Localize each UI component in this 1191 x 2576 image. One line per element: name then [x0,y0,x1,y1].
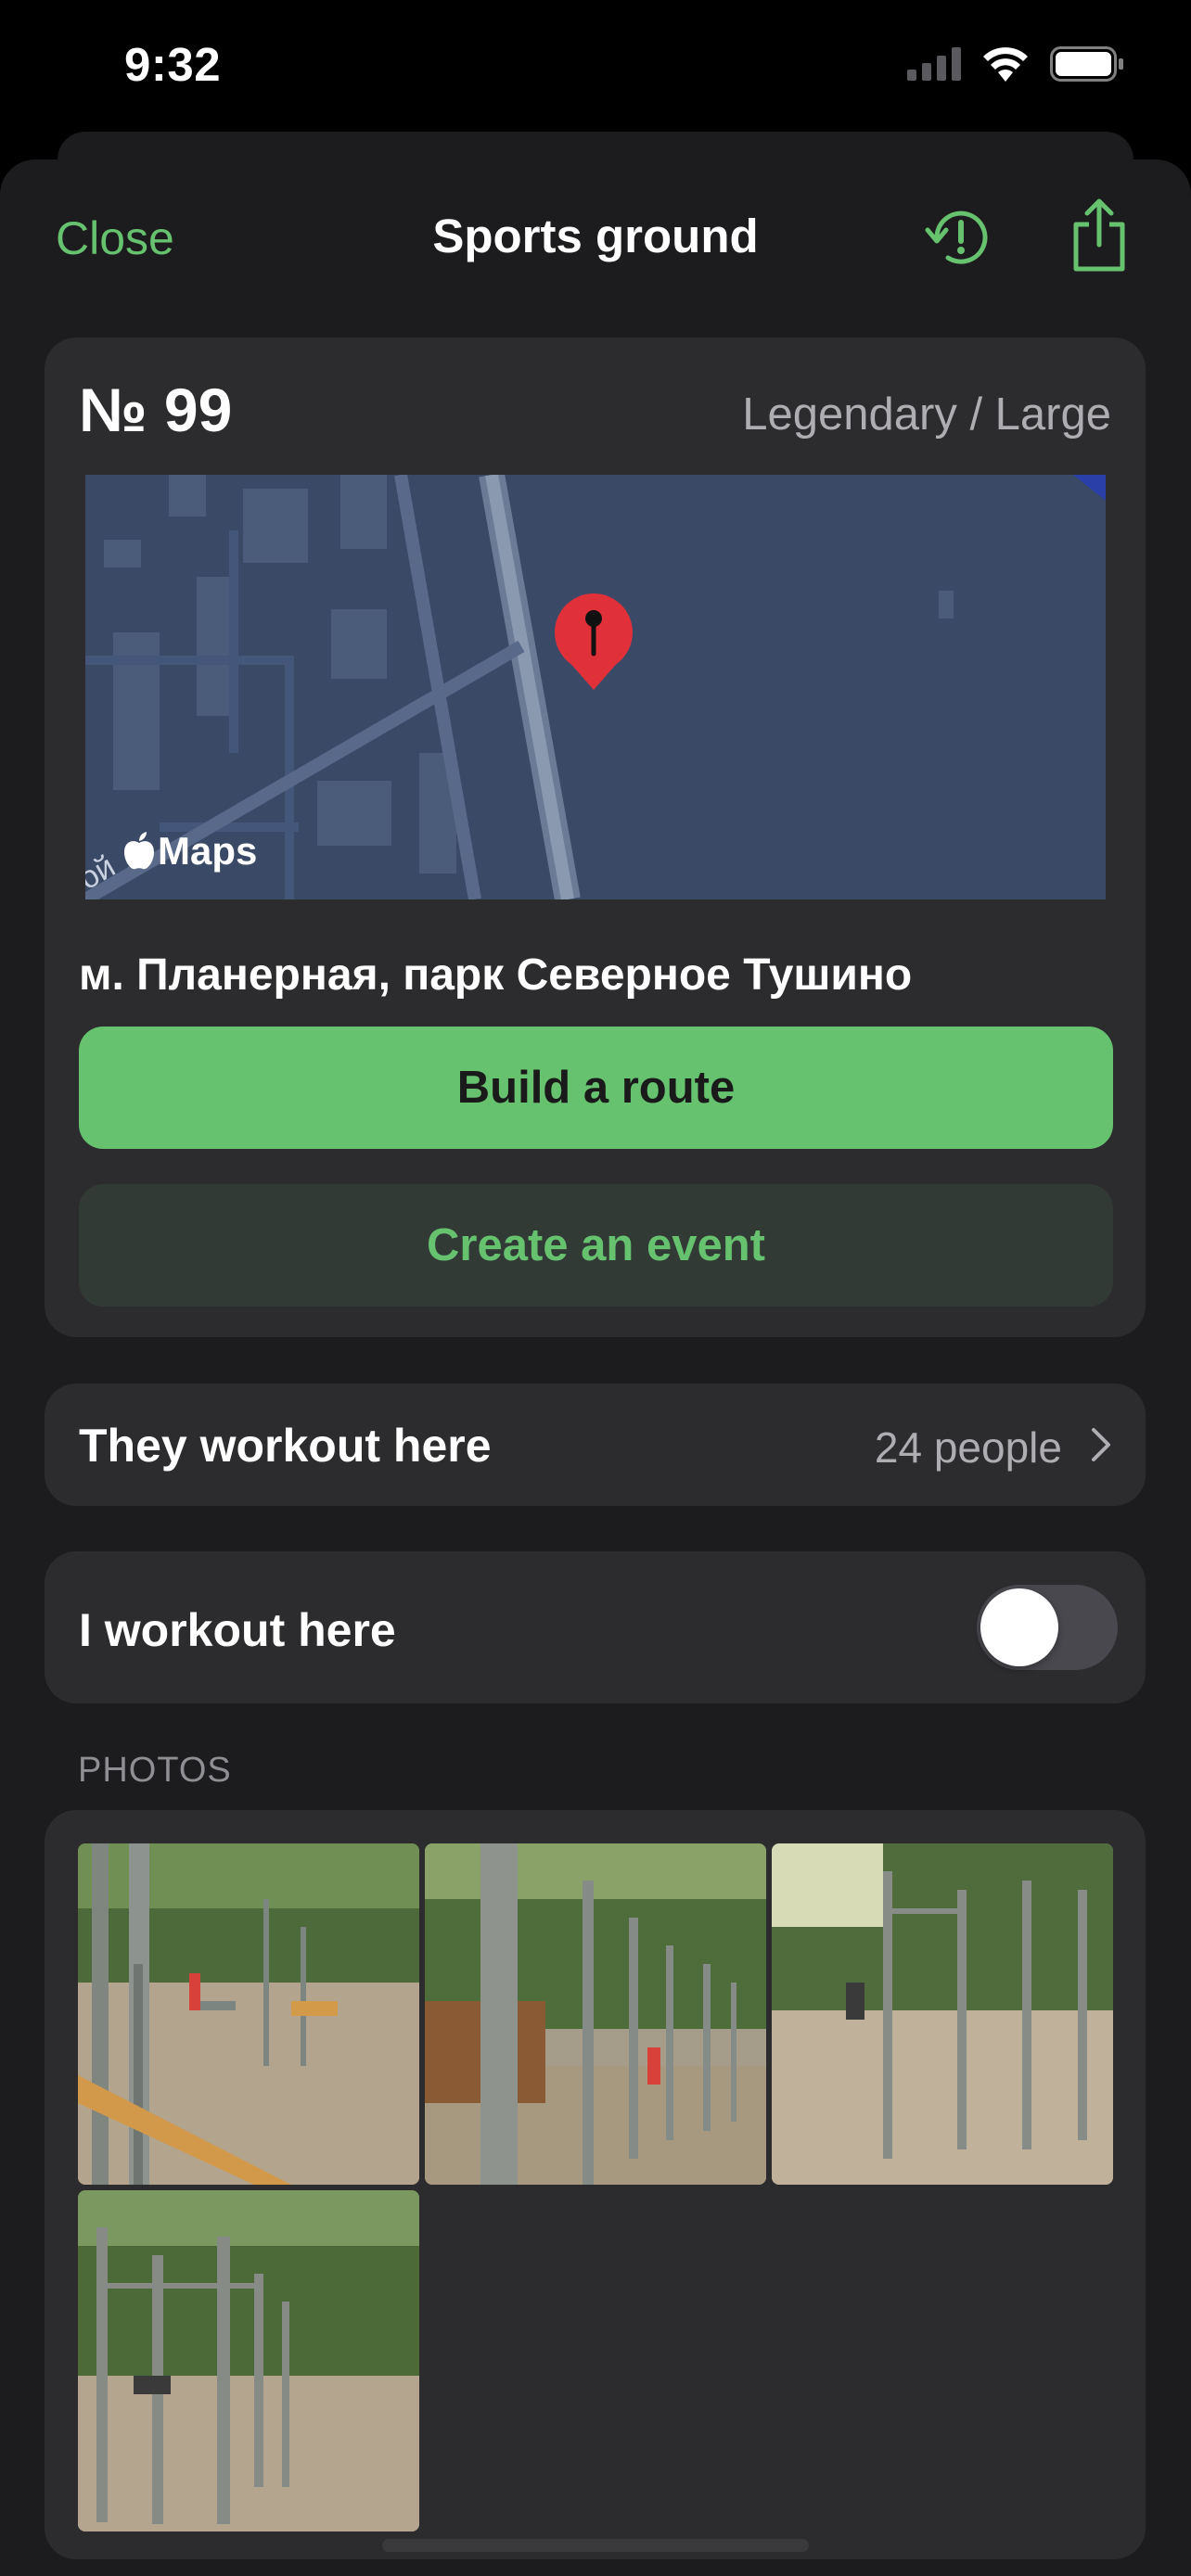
share-icon[interactable] [1069,197,1130,273]
my-workout-label: I workout here [79,1604,396,1656]
ground-card: № 99 Legendary / Large ой Maps м. Планер… [45,338,1146,1337]
photos-section-header: PHOTOS [78,1751,232,1790]
map-view[interactable]: ой Maps [85,475,1106,899]
chevron-right-icon [1092,1428,1110,1461]
workout-people-row[interactable]: They workout here 24 people [45,1384,1146,1506]
photo-thumbnail[interactable] [78,1843,419,2185]
photo-thumbnail[interactable] [772,1843,1113,2185]
photo-image [78,2190,419,2531]
workout-people-label: They workout here [79,1420,492,1472]
create-event-button[interactable]: Create an event [79,1184,1113,1307]
workout-people-count: 24 people [874,1423,1062,1472]
maps-label: Maps [158,829,258,873]
photo-image [78,1843,419,2185]
page-title: Sports ground [432,210,759,262]
photos-card [45,1810,1146,2559]
status-time: 9:32 [124,38,222,91]
ground-type: Legendary / Large [742,389,1111,440]
status-bar: 9:32 [0,0,1191,139]
toggle-knob [980,1588,1058,1666]
photo-image [425,1843,766,2185]
history-alert-icon[interactable] [924,202,998,273]
build-route-button[interactable]: Build a route [79,1027,1113,1149]
cellular-signal-icon [907,47,961,81]
apple-logo-icon [124,832,154,870]
status-icons [907,46,1124,82]
photo-thumbnail[interactable] [78,2190,419,2531]
wifi-icon [983,47,1028,82]
battery-icon [1050,46,1123,82]
home-indicator [382,2539,809,2552]
ground-number: № 99 [79,376,233,444]
address: м. Планерная, парк Северное Тушино [79,950,913,1000]
photo-image [772,1843,1113,2185]
photo-thumbnail[interactable] [425,1843,766,2185]
maps-attribution: Maps [122,829,257,874]
my-workout-row: I workout here [45,1551,1146,1703]
workout-toggle[interactable] [977,1585,1118,1670]
